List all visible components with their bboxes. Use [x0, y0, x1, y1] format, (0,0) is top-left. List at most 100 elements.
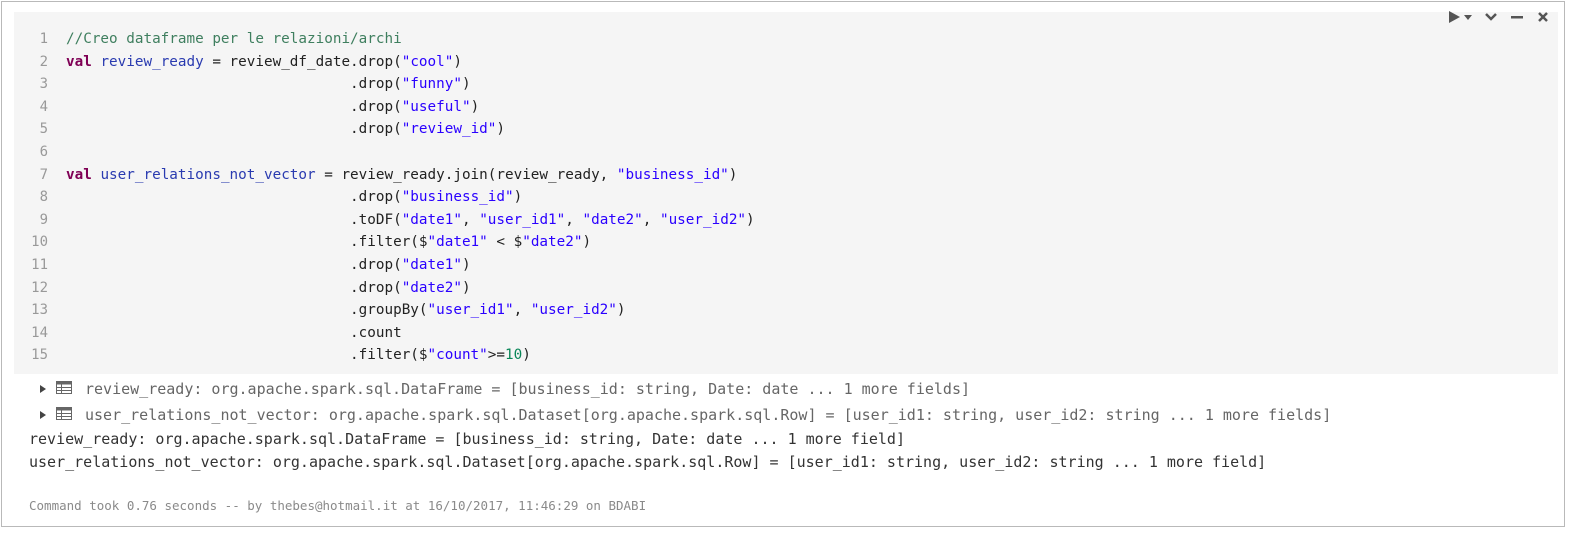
code-token: 10 — [505, 347, 523, 364]
line-number: 6 — [39, 143, 48, 160]
code-token: "business_id" — [616, 166, 729, 183]
code-token: = review_ready.join(review_ready, — [315, 166, 617, 183]
command-status-footer: Command took 0.76 seconds -- by thebes@h… — [29, 498, 647, 513]
cell-results: review_ready: org.apache.spark.sql.DataF… — [14, 376, 1554, 474]
code-token: "funny" — [401, 76, 462, 93]
line-number: 2 — [39, 53, 48, 70]
line-number: 5 — [39, 121, 48, 138]
code-line: .drop("review_id") — [66, 118, 755, 141]
code-token: ) — [582, 234, 592, 251]
line-number: 12 — [31, 279, 48, 296]
code-token: = review_df_date.drop( — [203, 53, 402, 70]
expand-triangle-icon[interactable] — [40, 411, 46, 419]
code-token: "date2" — [582, 211, 643, 228]
code-token: ) — [746, 211, 755, 228]
code-token: "user_id1" — [427, 302, 514, 319]
code-token: ) — [513, 189, 523, 206]
code-token: "date1" — [401, 256, 462, 273]
result-schema-text: review_ready: org.apache.spark.sql.DataF… — [85, 380, 971, 398]
output-line: user_relations_not_vector: org.apache.sp… — [29, 453, 1267, 471]
code-token: ) — [522, 347, 531, 364]
line-number: 7 — [39, 166, 48, 183]
line-number: 4 — [39, 98, 48, 115]
code-token: .drop( — [66, 189, 402, 206]
code-token: //Creo dataframe per le relazioni/archi — [66, 31, 402, 47]
code-token: .drop( — [66, 256, 402, 273]
code-token: "user_id1" — [479, 211, 566, 228]
code-line: .filter($"date1" < $"date2") — [66, 231, 755, 254]
code-token: val — [66, 166, 92, 183]
notebook-cell: 1 2 3 4 5 6 7 8 9 10 11 12 13 14 15 //Creo dataframe p… — [1, 1, 1565, 527]
code-line: val user_relations_not_vector = review_r… — [66, 164, 755, 187]
code-line: .filter($"count">=10) — [66, 344, 755, 367]
code-token: .count — [66, 324, 402, 341]
code-line: .groupBy("user_id1", "user_id2") — [66, 299, 755, 322]
line-number-gutter: 1 2 3 4 5 6 7 8 9 10 11 12 13 14 15 — [14, 28, 52, 367]
play-dropdown-icon — [1449, 11, 1472, 23]
code-line: .drop("business_id") — [66, 186, 755, 209]
code-token: .groupBy( — [66, 302, 428, 319]
line-number: 13 — [31, 302, 48, 319]
output-line: review_ready: org.apache.spark.sql.DataF… — [29, 430, 905, 448]
code-token: .drop( — [66, 76, 402, 93]
code-token: "review_id" — [401, 121, 497, 138]
code-token: "date2" — [401, 279, 462, 296]
code-token: , — [565, 211, 583, 228]
code-line: .drop("funny") — [66, 73, 755, 96]
code-token: "business_id" — [401, 189, 514, 206]
expand-triangle-icon[interactable] — [40, 385, 46, 393]
line-number: 8 — [39, 189, 48, 206]
code-token: .toDF( — [66, 211, 402, 228]
result-schema-row[interactable]: review_ready: org.apache.spark.sql.DataF… — [14, 376, 1554, 402]
code-token: , — [513, 302, 531, 319]
code-token: ) — [728, 166, 738, 183]
code-line: val review_ready = review_df_date.drop("… — [66, 51, 755, 74]
code-token: "date1" — [427, 234, 488, 251]
code-token: val — [66, 53, 92, 70]
line-number: 9 — [39, 211, 48, 228]
cell-toolbar — [1448, 8, 1552, 26]
code-token: >= — [487, 347, 505, 364]
code-token: user_relations_not_vector — [100, 166, 316, 183]
code-line: //Creo dataframe per le relazioni/archi — [66, 28, 755, 51]
code-token: "date1" — [401, 211, 462, 228]
code-line: .toDF("date1", "user_id1", "date2", "use… — [66, 209, 755, 232]
code-token: review_ready — [100, 53, 204, 70]
collapse-cell-button[interactable] — [1482, 8, 1500, 26]
code-line: .drop("useful") — [66, 96, 755, 119]
code-token: < $ — [487, 234, 523, 251]
run-cell-button[interactable] — [1448, 8, 1474, 26]
code-token: ) — [496, 121, 505, 138]
code-token: ) — [616, 302, 626, 319]
minimize-cell-button[interactable] — [1508, 8, 1526, 26]
line-number: 15 — [31, 347, 48, 364]
code-token: ) — [470, 98, 480, 115]
minus-icon — [1511, 16, 1523, 19]
code-token: , — [642, 211, 660, 228]
result-schema-text: user_relations_not_vector: org.apache.sp… — [85, 406, 1332, 424]
result-schema-row[interactable]: user_relations_not_vector: org.apache.sp… — [14, 402, 1554, 428]
code-token: ) — [461, 256, 471, 273]
code-token: ) — [453, 53, 462, 70]
code-token: , — [461, 211, 480, 228]
table-icon — [56, 381, 72, 394]
line-number: 1 — [39, 31, 48, 47]
code-token: ) — [461, 279, 471, 296]
close-cell-button[interactable] — [1534, 8, 1552, 26]
code-line: .count — [66, 322, 755, 345]
code-token: "user_id2" — [659, 211, 747, 228]
line-number: 10 — [31, 234, 48, 251]
code-editor[interactable]: 1 2 3 4 5 6 7 8 9 10 11 12 13 14 15 //Creo dataframe p… — [14, 12, 1558, 374]
code-token: .drop( — [66, 98, 402, 115]
code-token: "useful" — [401, 98, 471, 115]
code-token: .filter($ — [66, 234, 428, 251]
code-line: .drop("date1") — [66, 254, 755, 277]
chevron-down-icon — [1485, 13, 1497, 21]
code-token: "cool" — [401, 53, 454, 70]
code-token: "count" — [427, 347, 488, 364]
code-token: .drop( — [66, 279, 402, 296]
code-token: .filter($ — [66, 347, 428, 364]
line-number: 11 — [31, 256, 48, 273]
code-content[interactable]: //Creo dataframe per le relazioni/archi v… — [66, 28, 755, 367]
